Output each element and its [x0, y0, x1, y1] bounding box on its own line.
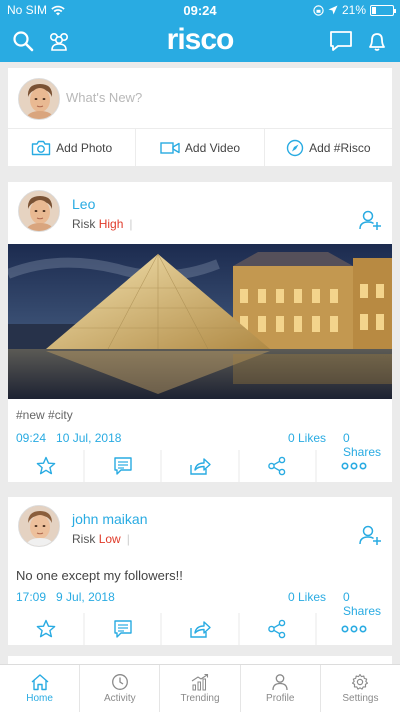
tab-label: Home: [26, 693, 53, 704]
tab-label: Trending: [180, 693, 220, 704]
tab-settings[interactable]: Settings: [321, 665, 400, 712]
risk-label: Risk: [72, 217, 96, 231]
post-action-bar: [8, 450, 392, 482]
avatar[interactable]: [18, 78, 60, 120]
tab-activity[interactable]: Activity: [80, 665, 161, 712]
more-icon: [341, 625, 367, 633]
user-avatar-image: [19, 191, 59, 231]
messages-button[interactable]: [328, 28, 354, 54]
add-video-label: Add Video: [184, 140, 241, 155]
battery-percent: 21%: [341, 3, 366, 17]
chat-icon: [330, 31, 352, 51]
add-photo-label: Add Photo: [56, 140, 113, 155]
tab-label: Activity: [103, 693, 136, 704]
tab-label: Settings: [342, 693, 379, 704]
add-photo-button[interactable]: Add Photo: [8, 129, 137, 166]
whats-new-input[interactable]: What's New?: [66, 90, 376, 110]
tab-home[interactable]: Home: [0, 665, 81, 712]
top-nav-bar: risco: [0, 20, 400, 62]
forward-button[interactable]: [162, 613, 240, 645]
post-text: #new #city: [16, 408, 73, 422]
post-timestamp: 09:24 10 Jul, 2018: [16, 431, 121, 445]
add-user-icon: [359, 525, 381, 545]
more-icon: [341, 462, 367, 470]
next-post-card-edge: [8, 656, 392, 664]
add-risco-label: Add #Risco: [309, 140, 371, 155]
forward-button[interactable]: [162, 450, 240, 482]
add-risco-button[interactable]: Add #Risco: [265, 129, 392, 166]
battery-icon: [370, 4, 396, 16]
bottom-tab-bar: Home Activity Trending Profile Settings: [0, 664, 400, 712]
forward-icon: [190, 458, 211, 475]
tab-label: Profile: [266, 693, 295, 704]
risk-label: Risk: [72, 532, 96, 546]
share-icon: [268, 619, 286, 639]
post-timestamp: 17:09 9 Jul, 2018: [16, 590, 115, 604]
risk-indicator: Risk Low |: [72, 532, 130, 546]
risk-indicator: Risk High |: [72, 217, 133, 231]
post-card: Leo Risk High | #new #city 09:24 10 Jul,…: [8, 182, 392, 482]
share-button[interactable]: [240, 613, 317, 645]
clock-icon: [111, 674, 128, 690]
comment-button[interactable]: [85, 450, 163, 482]
follow-button[interactable]: [358, 523, 382, 547]
status-right: 21%: [313, 3, 396, 17]
video-icon: [160, 141, 180, 154]
risk-level: Low: [98, 532, 121, 546]
risk-level: High: [98, 217, 124, 231]
likes-count[interactable]: 0 Likes: [288, 590, 326, 604]
likes-count[interactable]: 0 Likes: [288, 431, 326, 445]
comment-icon: [114, 457, 132, 475]
add-video-button[interactable]: Add Video: [136, 129, 265, 166]
post-action-bar: [8, 613, 392, 645]
trending-icon: [191, 673, 209, 691]
camera-icon: [31, 140, 51, 155]
post-time: 17:09: [16, 590, 47, 604]
avatar[interactable]: [18, 190, 60, 232]
post-date: 9 Jul, 2018: [56, 590, 115, 604]
comment-button[interactable]: [85, 613, 163, 645]
status-bar: No SIM 09:24 21%: [0, 0, 400, 20]
rotation-lock-icon: [313, 4, 324, 16]
share-icon: [268, 456, 286, 476]
user-avatar-image: [19, 79, 59, 119]
composer-actions: Add Photo Add Video Add #Risco: [8, 128, 392, 166]
comment-icon: [114, 620, 132, 638]
home-icon: [31, 674, 49, 691]
follow-button[interactable]: [358, 208, 382, 232]
risk-separator: |: [126, 532, 130, 546]
favorite-button[interactable]: [8, 613, 86, 645]
favorite-button[interactable]: [8, 450, 86, 482]
more-options-button[interactable]: [317, 613, 392, 645]
star-icon: [36, 456, 55, 475]
forward-icon: [190, 621, 211, 638]
post-image[interactable]: [8, 244, 392, 399]
add-user-icon: [359, 210, 381, 230]
person-icon: [272, 674, 288, 691]
risk-separator: |: [129, 217, 133, 231]
share-button[interactable]: [240, 450, 317, 482]
user-avatar-image: [19, 506, 59, 546]
post-card: john maikan Risk Low | No one except my f…: [8, 497, 392, 645]
post-time: 09:24: [16, 431, 47, 445]
more-options-button[interactable]: [317, 450, 392, 482]
louvre-pyramid-image: [8, 244, 392, 399]
bell-icon: [369, 33, 385, 51]
notifications-button[interactable]: [364, 28, 390, 54]
author-name[interactable]: john maikan: [72, 511, 148, 527]
avatar[interactable]: [18, 505, 60, 547]
compass-icon: [286, 139, 304, 156]
post-text: No one except my followers!!: [16, 568, 183, 583]
tab-profile[interactable]: Profile: [241, 665, 321, 712]
star-icon: [36, 619, 55, 638]
gear-icon: [352, 673, 369, 690]
tab-trending[interactable]: Trending: [160, 665, 241, 712]
location-icon: [328, 5, 338, 15]
author-name[interactable]: Leo: [72, 196, 95, 212]
post-date: 10 Jul, 2018: [56, 431, 122, 445]
post-composer: What's New? Add Photo Add Video Add #Ris…: [8, 68, 392, 166]
